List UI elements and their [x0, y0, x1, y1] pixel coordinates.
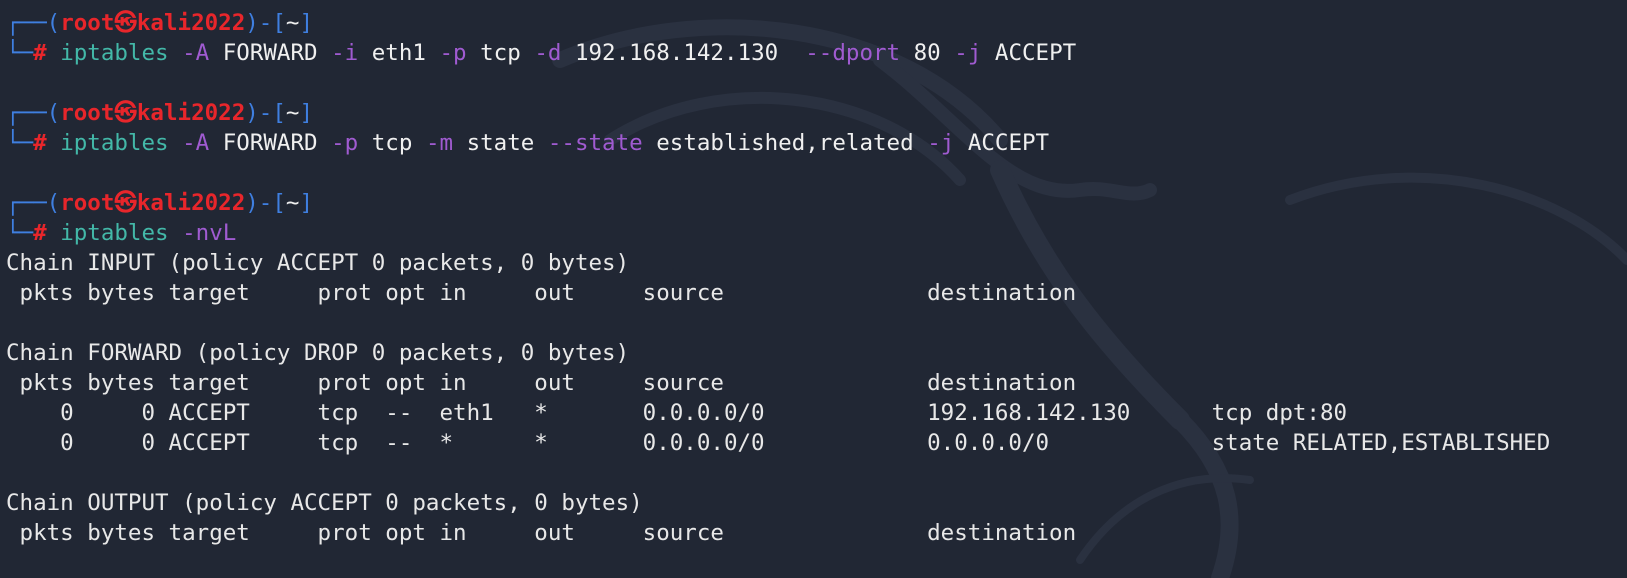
prompt-hash: #: [33, 40, 47, 66]
command-option: --dport: [805, 40, 901, 66]
command-argument: eth1: [358, 40, 440, 66]
chain-columns: pkts bytes target prot opt in out source…: [6, 520, 1077, 546]
prompt-line: ┌──(root㉿kali2022)-[~]: [6, 8, 1627, 38]
prompt-close: ]: [299, 100, 313, 126]
prompt-mid: )-[: [245, 190, 286, 216]
command-argument: [169, 130, 183, 156]
prompt-host: kali2022: [136, 190, 246, 216]
command-name: iptables: [60, 130, 169, 156]
chain-columns: pkts bytes target prot opt in out source…: [6, 370, 1077, 396]
command-argument: 192.168.142.130: [561, 40, 806, 66]
prompt-open: ┌──(: [6, 100, 61, 126]
prompt-user: root: [60, 10, 115, 36]
prompt-corner: └─: [6, 220, 34, 246]
chain-columns: pkts bytes target prot opt in out source…: [6, 280, 1077, 306]
prompt-open: ┌──(: [6, 190, 61, 216]
kali-skull-icon: ㉿: [114, 190, 137, 216]
rule-row: 0 0 ACCEPT tcp -- eth1 * 0.0.0.0/0 192.1…: [6, 400, 1348, 426]
chain-header: Chain OUTPUT (policy ACCEPT 0 packets, 0…: [6, 490, 643, 516]
rule-row: 0 0 ACCEPT tcp -- * * 0.0.0.0/0 0.0.0.0/…: [6, 430, 1551, 456]
terminal-output[interactable]: ┌──(root㉿kali2022)-[~] └─# iptables -A FO…: [6, 8, 1627, 578]
prompt-cwd: ~: [285, 190, 300, 216]
chain-header: Chain INPUT (policy ACCEPT 0 packets, 0 …: [6, 250, 630, 276]
prompt-mid: )-[: [245, 10, 286, 36]
chain-header: Chain FORWARD (policy DROP 0 packets, 0 …: [6, 340, 630, 366]
command-argument: state: [453, 130, 548, 156]
command-option: -p: [331, 130, 359, 156]
prompt-hash: #: [33, 130, 47, 156]
prompt-corner: └─: [6, 130, 34, 156]
command-argument: [169, 220, 183, 246]
command-option: -j: [927, 130, 955, 156]
kali-skull-icon: ㉿: [114, 100, 137, 126]
command-option: -j: [954, 40, 982, 66]
command-line: └─# iptables -A FORWARD -p tcp -m state …: [6, 128, 1627, 158]
command-line: └─# iptables -A FORWARD -i eth1 -p tcp -…: [6, 38, 1627, 68]
prompt-close: ]: [299, 10, 313, 36]
command-argument: ACCEPT: [981, 40, 1077, 66]
command-option: -i: [331, 40, 359, 66]
command-argument: established,related: [642, 130, 928, 156]
command-name: iptables: [60, 40, 169, 66]
command-argument: 80: [900, 40, 955, 66]
command-name: iptables: [60, 220, 169, 246]
command-option: -nvL: [182, 220, 237, 246]
prompt-line: ┌──(root㉿kali2022)-[~]: [6, 188, 1627, 218]
command-option: --state: [547, 130, 643, 156]
command-argument: ACCEPT: [954, 130, 1050, 156]
command-line: └─# iptables -nvL: [6, 218, 1627, 248]
prompt-host: kali2022: [136, 100, 246, 126]
prompt-open: ┌──(: [6, 10, 61, 36]
command-argument: [169, 40, 183, 66]
prompt-mid: )-[: [245, 100, 286, 126]
prompt-cwd: ~: [285, 100, 300, 126]
command-option: -A: [182, 40, 210, 66]
prompt-user: root: [60, 190, 115, 216]
prompt-line: ┌──(root㉿kali2022)-[~]: [6, 98, 1627, 128]
command-argument: FORWARD: [209, 130, 332, 156]
command-option: -A: [182, 130, 210, 156]
prompt-corner: └─: [6, 40, 34, 66]
command-option: -d: [534, 40, 562, 66]
prompt-user: root: [60, 100, 115, 126]
command-argument: FORWARD: [209, 40, 332, 66]
prompt-hash: #: [33, 220, 47, 246]
command-argument: tcp: [358, 130, 426, 156]
prompt-close: ]: [299, 190, 313, 216]
prompt-cwd: ~: [285, 10, 300, 36]
kali-skull-icon: ㉿: [114, 10, 137, 36]
prompt-host: kali2022: [136, 10, 246, 36]
command-option: -p: [439, 40, 467, 66]
command-option: -m: [425, 130, 454, 156]
command-argument: tcp: [466, 40, 535, 66]
